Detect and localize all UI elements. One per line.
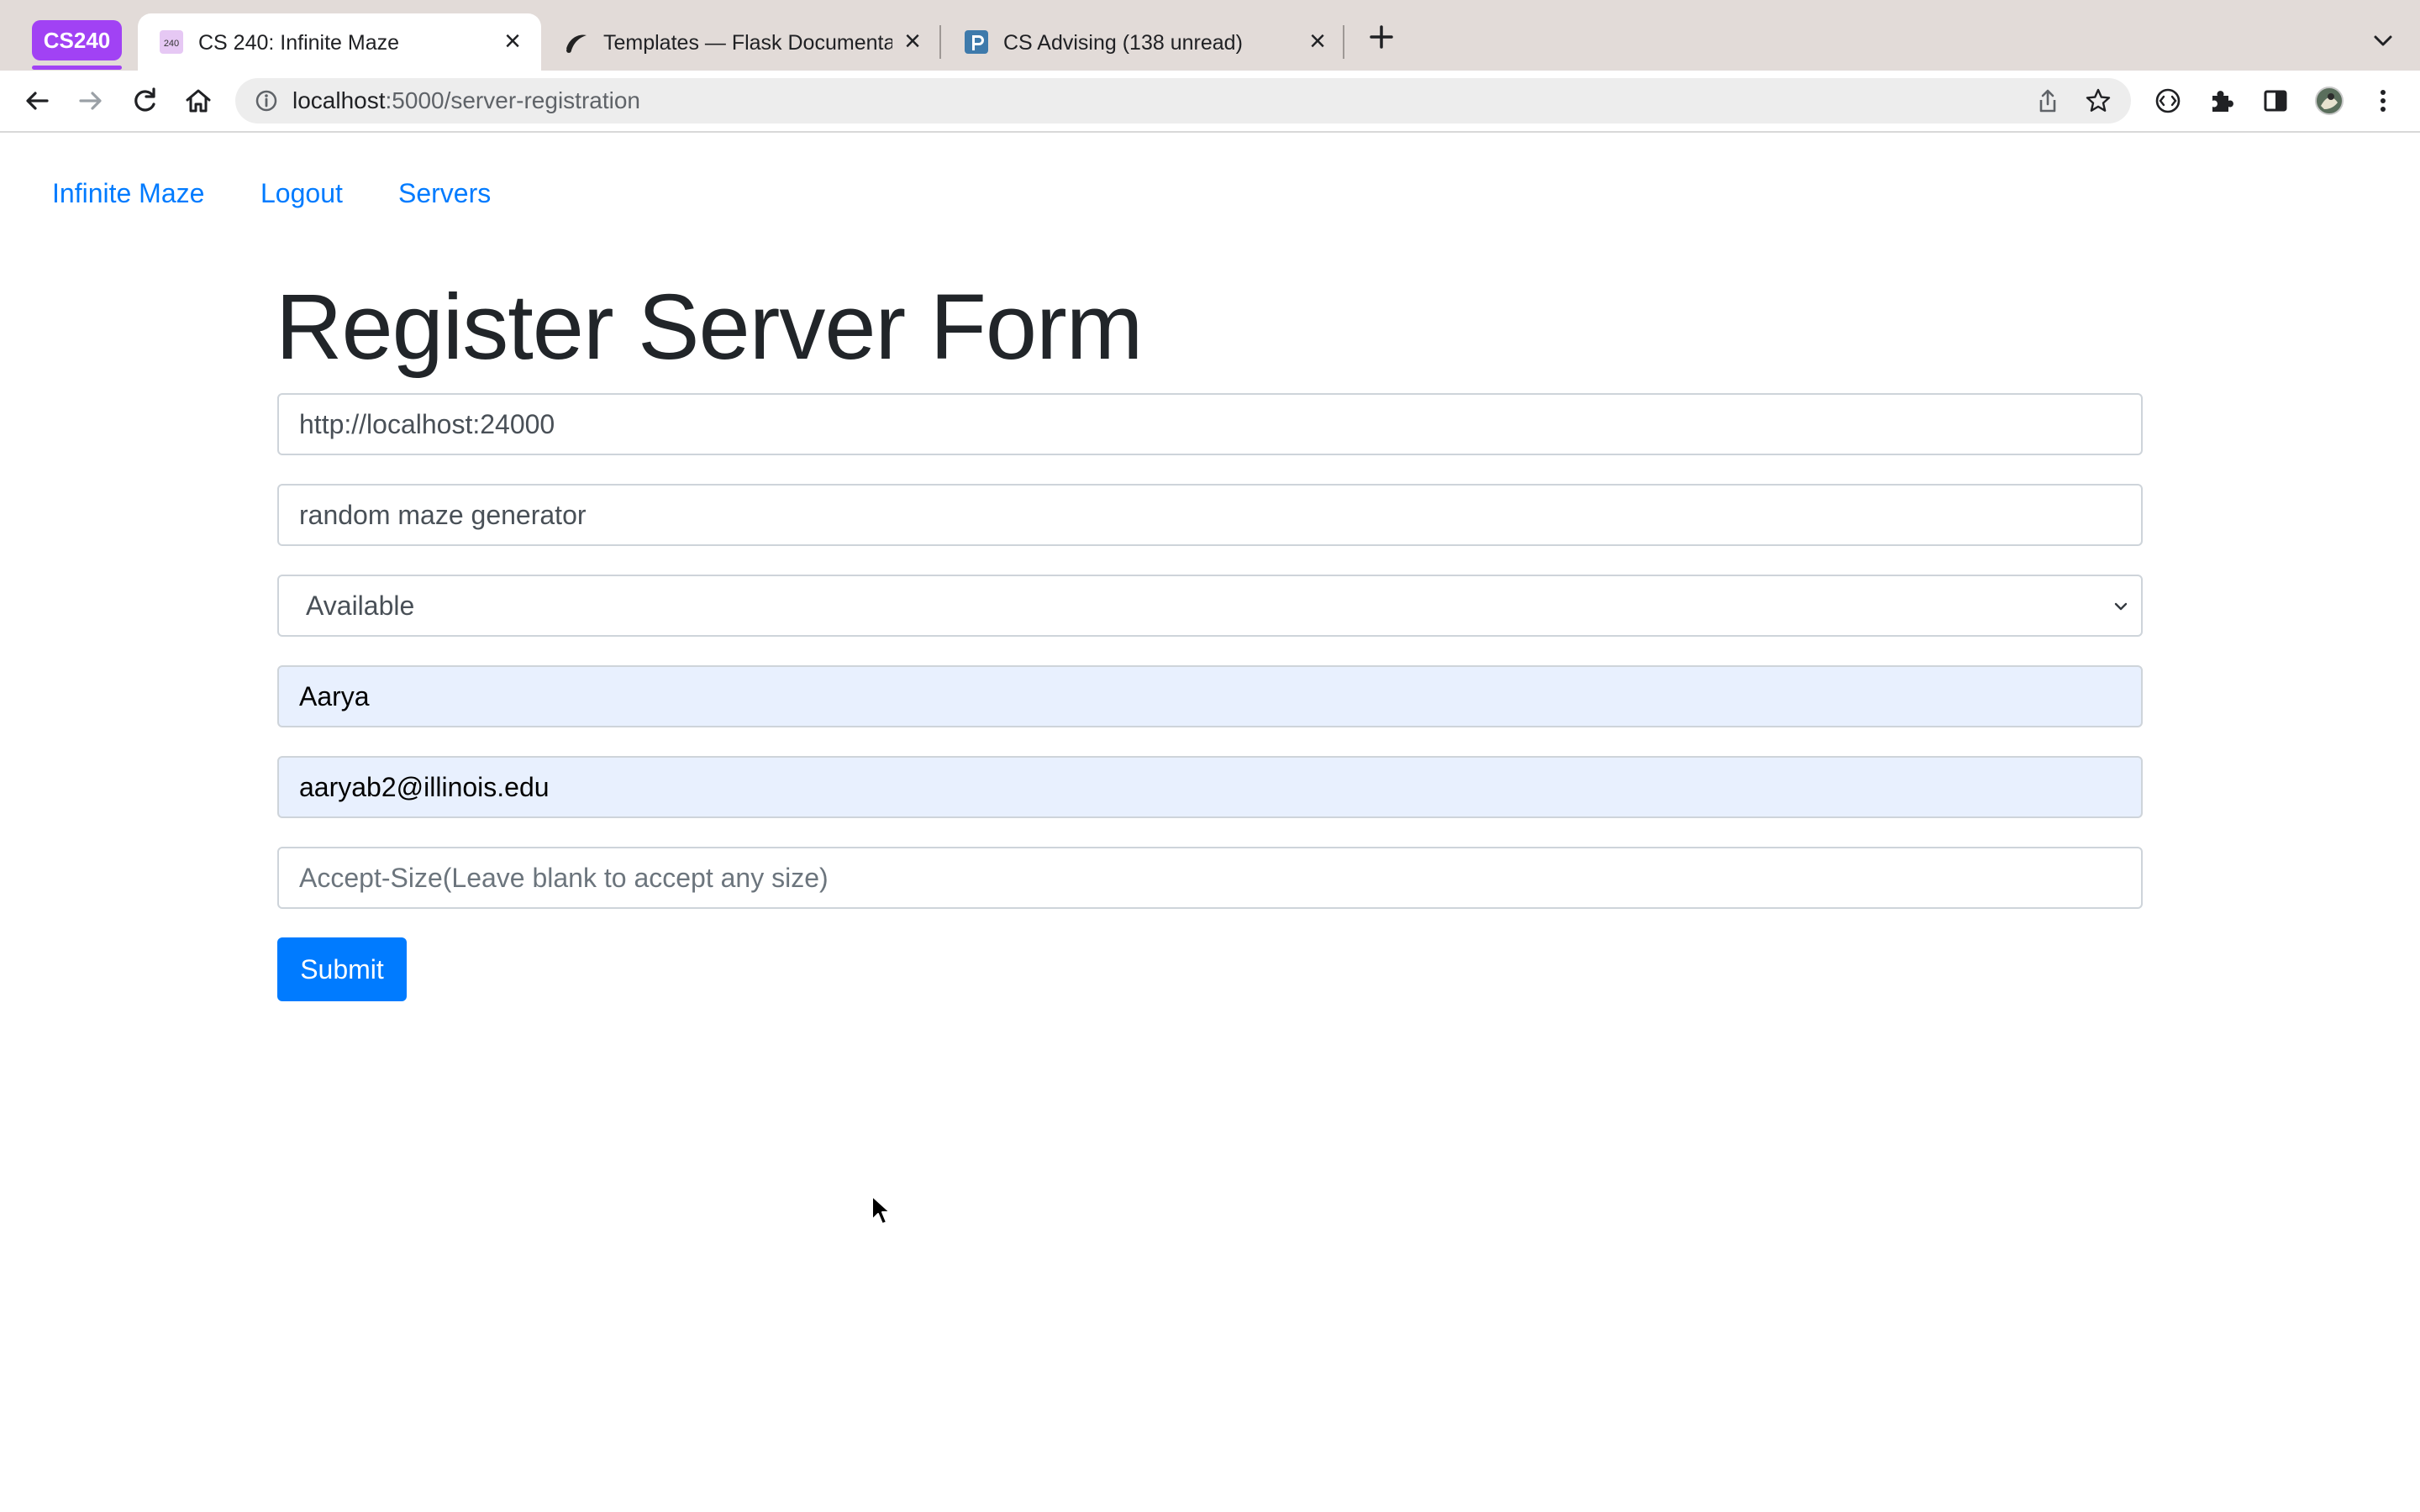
extension-code-icon[interactable] <box>2151 84 2185 118</box>
more-vert-icon[interactable] <box>2366 84 2400 118</box>
url-path: :5000/server-registration <box>385 87 640 113</box>
tab-strip: CS240 240 CS 240: Infinite Maze × Templa… <box>0 0 2420 71</box>
share-icon[interactable] <box>2033 87 2062 115</box>
nav-link-infinite-maze[interactable]: Infinite Maze <box>52 178 204 209</box>
mouse-cursor-icon <box>871 1195 891 1225</box>
tab-separator <box>939 25 941 59</box>
tab-title: CS 240: Infinite Maze <box>198 31 400 55</box>
submit-button[interactable]: Submit <box>277 937 407 1001</box>
bookmark-star-icon[interactable] <box>2084 87 2112 115</box>
name-input[interactable] <box>277 665 2143 727</box>
tab-separator <box>1343 25 1344 59</box>
extensions-puzzle-icon[interactable] <box>2205 84 2238 118</box>
email-input[interactable] <box>277 756 2143 818</box>
author-input[interactable] <box>277 484 2143 546</box>
forward-arrow-icon[interactable] <box>74 84 108 118</box>
accept-size-input[interactable] <box>277 847 2143 909</box>
url-text[interactable]: localhost:5000/server-registration <box>292 87 640 114</box>
new-tab-plus-icon[interactable] <box>1366 22 1397 52</box>
chevron-down-icon[interactable] <box>2370 27 2396 54</box>
server-url-input[interactable] <box>277 393 2143 455</box>
tab-close-icon[interactable]: × <box>899 27 926 55</box>
tab-flask-templates[interactable]: Templates — Flask Documentat × <box>543 13 938 71</box>
piazza-icon <box>965 30 988 54</box>
url-host: localhost <box>292 87 386 113</box>
svg-text:240: 240 <box>164 39 179 49</box>
back-arrow-icon[interactable] <box>20 84 54 118</box>
address-bar[interactable]: localhost:5000/server-registration <box>235 78 2131 123</box>
flask-horn-icon <box>566 34 587 53</box>
tab-close-icon[interactable]: × <box>1304 27 1331 55</box>
side-panel-icon[interactable] <box>2259 84 2292 118</box>
tab-close-icon[interactable]: × <box>499 27 526 55</box>
status-select[interactable]: Available <box>277 575 2143 637</box>
tab-cs-advising[interactable]: CS Advising (138 unread) × <box>943 13 1344 71</box>
page-title: Register Server Form <box>276 276 1143 379</box>
nav-link-servers[interactable]: Servers <box>398 178 491 209</box>
browser-toolbar: localhost:5000/server-registration <box>0 71 2420 133</box>
tab-cs240-infinite-maze[interactable]: 240 CS 240: Infinite Maze × <box>138 13 541 71</box>
tab-group-underline <box>32 66 122 70</box>
tab-group-chip[interactable]: CS240 <box>32 20 122 60</box>
site-info-icon[interactable] <box>254 88 279 113</box>
status-select-wrapper: Available <box>277 575 2143 637</box>
home-icon[interactable] <box>182 84 215 118</box>
reload-icon[interactable] <box>128 84 161 118</box>
profile-avatar[interactable] <box>2312 84 2346 118</box>
tab-title: CS Advising (138 unread) <box>1003 31 1243 55</box>
nav-link-logout[interactable]: Logout <box>260 178 343 209</box>
tab-title: Templates — Flask Documentat <box>603 31 892 55</box>
cs240-favicon-icon: 240 <box>160 30 183 54</box>
